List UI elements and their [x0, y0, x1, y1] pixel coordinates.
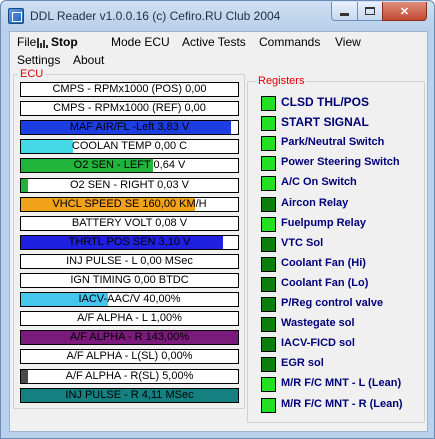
register-label: M/R F/C MNT - L (Lean) — [281, 377, 402, 389]
minimize-icon — [340, 12, 349, 16]
register-label: A/C On Switch — [281, 176, 357, 188]
close-icon: ✕ — [399, 5, 410, 18]
ecu-gauge: INJ PULSE - L 0,00 MSec — [20, 254, 239, 269]
register-led-icon — [261, 136, 276, 151]
menu-settings[interactable]: Settings — [17, 53, 60, 67]
ecu-gauge: A/F ALPHA - L(SL) 0,00% — [20, 349, 239, 364]
register-label: IACV-FICD sol — [281, 337, 355, 349]
menu-stop[interactable]: Stop — [51, 35, 78, 49]
minimize-button[interactable] — [331, 2, 358, 21]
app-icon[interactable] — [8, 8, 24, 24]
ecu-gauge: MAF AIR/FL -Left 3,83 V — [20, 120, 239, 135]
register-label: Aircon Relay — [281, 197, 349, 209]
register-led-icon — [261, 317, 276, 332]
register-led-icon — [261, 197, 276, 212]
register-label: START SIGNAL — [281, 115, 369, 129]
title-bar[interactable]: DDL Reader v1.0.0.16 (c) Cefiro.RU Club … — [1, 1, 434, 31]
window-title: DDL Reader v1.0.0.16 (c) Cefiro.RU Club … — [30, 9, 281, 23]
app-window: DDL Reader v1.0.0.16 (c) Cefiro.RU Club … — [0, 0, 435, 439]
maximize-button[interactable] — [357, 2, 383, 21]
menu-commands[interactable]: Commands — [259, 35, 320, 49]
register-led-icon — [261, 277, 276, 292]
register-led-icon — [261, 398, 276, 413]
register-label: Park/Neutral Switch — [281, 136, 385, 148]
register-led-icon — [261, 257, 276, 272]
gauge-label: O2 SEN - RIGHT 0,03 V — [69, 179, 189, 191]
register-led-icon — [261, 217, 276, 232]
register-led-icon — [261, 237, 276, 252]
register-label: Wastegate sol — [281, 317, 355, 329]
gauge-label: O2 SEN - LEFT 0,64 V — [73, 159, 186, 171]
ecu-gauge: O2 SEN - RIGHT 0,03 V — [20, 178, 239, 193]
ecu-gauge: IGN TIMING 0,00 BTDC — [20, 273, 239, 288]
ecu-group: ECU CMPS - RPMx1000 (POS) 0,00 CMPS - RPM… — [13, 68, 245, 409]
register-led-icon — [261, 116, 276, 131]
register-label: CLSD THL/POS — [281, 95, 370, 109]
menu-about[interactable]: About — [73, 53, 104, 67]
ecu-gauge: A/F ALPHA - R(SL) 5,00% — [20, 369, 239, 384]
ecu-gauge: CMPS - RPMx1000 (REF) 0,00 — [20, 101, 239, 116]
register-label: Fuelpump Relay — [281, 217, 366, 229]
ecu-gauge: O2 SEN - LEFT 0,64 V — [20, 158, 239, 173]
gauge-label: THRTL POS SEN 3,10 V — [68, 236, 191, 248]
register-label: Coolant Fan (Lo) — [281, 277, 369, 289]
register-led-icon — [261, 156, 276, 171]
ecu-gauge: BATTERY VOLT 0,08 V — [20, 216, 239, 231]
gauge-label: INJ PULSE - L 0,00 MSec — [66, 255, 193, 267]
gauge-label: VHCL SPEED SE 160,00 KM/H — [52, 198, 207, 210]
registers-group: Registers CLSD THL/POS START SIGNAL Park/N… — [247, 75, 425, 423]
menu-active-tests[interactable]: Active Tests — [182, 35, 246, 49]
chart-icon — [37, 38, 48, 48]
ecu-gauge: THRTL POS SEN 3,10 V — [20, 235, 239, 250]
register-label: VTC Sol — [281, 237, 324, 249]
register-led-icon — [261, 96, 276, 111]
register-led-icon — [261, 377, 276, 392]
ecu-gauge: CMPS - RPMx1000 (POS) 0,00 — [20, 82, 239, 97]
gauge-label: A/F ALPHA - R 143,00% — [69, 331, 190, 343]
register-label: Coolant Fan (Hi) — [281, 257, 366, 269]
ecu-gauge: A/F ALPHA - R 143,00% — [20, 330, 239, 345]
register-label: M/R F/C MNT - R (Lean) — [281, 398, 403, 410]
register-led-icon — [261, 176, 276, 191]
menu-bar: File Stop Mode ECU Active Tests Commands… — [10, 32, 427, 70]
gauge-label: MAF AIR/FL -Left 3,83 V — [69, 121, 190, 133]
gauge-label: A/F ALPHA - L 1,00% — [77, 312, 182, 324]
gauge-label: A/F ALPHA - R(SL) 5,00% — [65, 370, 194, 382]
gauge-label: COOLAN TEMP 0,00 C — [71, 140, 188, 152]
gauge-label: BATTERY VOLT 0,08 V — [71, 217, 188, 229]
gauge-label: A/F ALPHA - L(SL) 0,00% — [66, 350, 193, 362]
menu-mode-ecu[interactable]: Mode ECU — [111, 35, 170, 49]
register-label: EGR sol — [281, 357, 324, 369]
maximize-icon — [365, 7, 375, 15]
register-led-icon — [261, 357, 276, 372]
ecu-gauge: COOLAN TEMP 0,00 C — [20, 139, 239, 154]
gauge-label: CMPS - RPMx1000 (POS) 0,00 — [52, 83, 207, 95]
gauge-label: CMPS - RPMx1000 (REF) 0,00 — [53, 102, 206, 114]
gauge-label: IGN TIMING 0,00 BTDC — [70, 274, 189, 286]
ecu-gauge: INJ PULSE - R 4,11 MSec — [20, 388, 239, 403]
close-button[interactable]: ✕ — [382, 2, 427, 21]
register-label: P/Reg control valve — [281, 297, 384, 309]
gauge-label: IACV-AAC/V 40,00% — [78, 293, 181, 305]
ecu-group-label: ECU — [18, 68, 46, 80]
client-area: File Stop Mode ECU Active Tests Commands… — [9, 31, 428, 432]
menu-view[interactable]: View — [335, 35, 361, 49]
ecu-gauge: IACV-AAC/V 40,00% — [20, 292, 239, 307]
gauge-label: INJ PULSE - R 4,11 MSec — [65, 389, 194, 401]
registers-group-label: Registers — [256, 75, 307, 87]
register-label: Power Steering Switch — [281, 156, 400, 168]
ecu-gauge: VHCL SPEED SE 160,00 KM/H — [20, 197, 239, 212]
menu-file[interactable]: File — [17, 35, 36, 49]
register-led-icon — [261, 337, 276, 352]
register-led-icon — [261, 297, 276, 312]
ecu-gauge: A/F ALPHA - L 1,00% — [20, 311, 239, 326]
